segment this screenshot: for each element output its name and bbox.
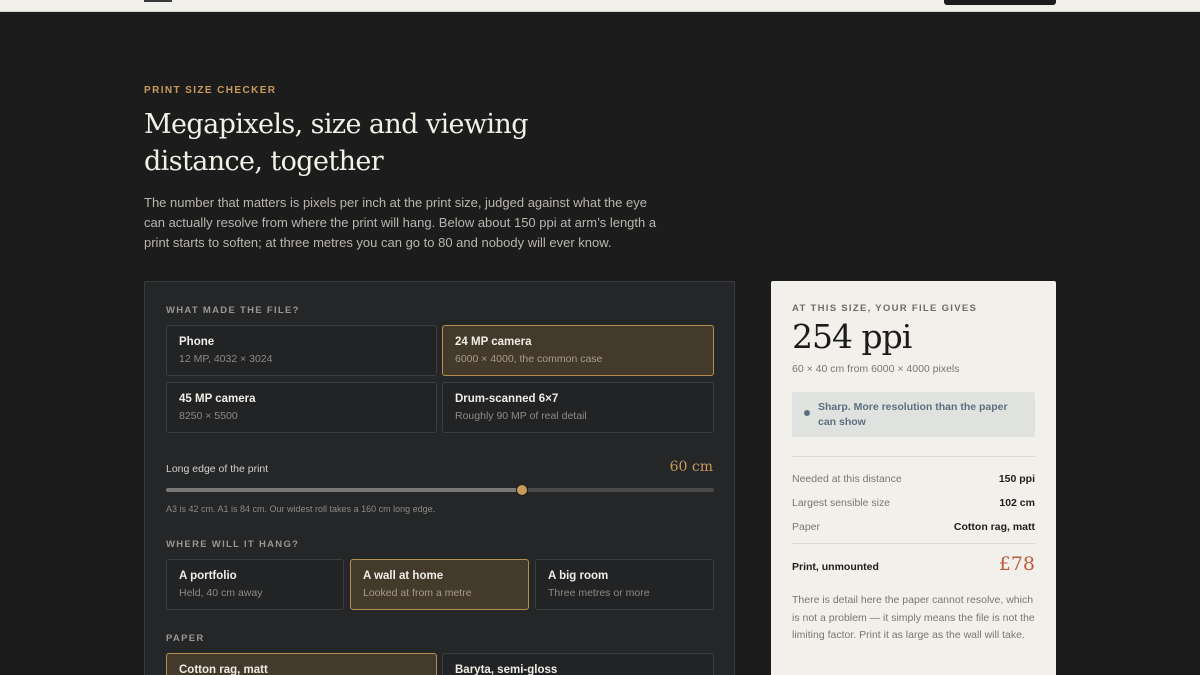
source-option-drum-scan[interactable]: Drum-scanned 6×7 Roughly 90 MP of real d… [442,382,714,433]
option-subtitle: 12 MP, 4032 × 3024 [179,353,273,365]
verdict-text: Sharp. More resolution than the paper ca… [818,401,1008,428]
price-value: £78 [998,553,1035,575]
option-title: A big room [548,570,609,582]
result-ppi: 254 ppi [792,317,912,356]
result-note: There is detail here the paper cannot re… [792,594,1035,641]
option-title: A portfolio [179,570,237,582]
hang-section-label: WHERE WILL IT HANG? [166,539,300,550]
option-subtitle: Held, 40 cm away [179,587,263,599]
divider [792,543,1035,544]
result-dimensions: 60 × 40 cm from 6000 × 4000 pixels [792,363,960,375]
page-title: Megapixels, size and viewing distance, t… [144,109,529,177]
status-dot-icon [804,410,810,416]
result-card: AT THIS SIZE, YOUR FILE GIVES 254 ppi 60… [771,281,1056,675]
paper-section-label: PAPER [166,633,205,644]
source-option-24mp[interactable]: 24 MP camera 6000 × 4000, the common cas… [442,325,714,376]
row-value: 102 cm [999,497,1035,509]
top-nav-bar [0,0,1200,12]
options-panel: WHAT MADE THE FILE? Phone 12 MP, 4032 × … [144,281,735,675]
option-title: Cotton rag, matt [179,664,268,675]
option-subtitle: Roughly 90 MP of real detail [455,410,587,422]
hang-option-portfolio[interactable]: A portfolio Held, 40 cm away [166,559,344,610]
hang-option-big-room[interactable]: A big room Three metres or more [535,559,714,610]
option-title: Baryta, semi-gloss [455,664,558,675]
row-value: Cotton rag, matt [953,521,1035,533]
paper-option-cotton-rag[interactable]: Cotton rag, matt [166,653,437,675]
source-option-45mp[interactable]: 45 MP camera 8250 × 5500 [166,382,437,433]
option-title: A wall at home [363,570,444,582]
result-eyebrow: AT THIS SIZE, YOUR FILE GIVES [792,303,978,314]
intro-text: The number that matters is pixels per in… [144,195,657,250]
option-subtitle: 8250 × 5500 [179,410,238,422]
page-eyebrow: PRINT SIZE CHECKER [144,85,277,96]
print-size-note: A3 is 42 cm. A1 is 84 cm. Our widest rol… [166,504,436,514]
option-title: 45 MP camera [179,393,256,405]
slider-fill [166,488,522,492]
option-title: 24 MP camera [455,336,532,348]
hang-option-wall-at-home[interactable]: A wall at home Looked at from a metre [350,559,529,610]
source-option-phone[interactable]: Phone 12 MP, 4032 × 3024 [166,325,437,376]
print-size-slider-handle[interactable] [515,484,528,496]
nav-action-button[interactable] [944,0,1056,5]
option-subtitle: Three metres or more [548,587,650,599]
logo[interactable] [144,0,172,2]
option-subtitle: Looked at from a metre [363,587,472,599]
option-title: Phone [179,336,215,348]
print-size-label: Long edge of the print [166,463,269,475]
row-key: Needed at this distance [792,473,902,485]
print-size-slider-track[interactable] [166,488,714,492]
row-key: Paper [792,521,821,533]
price-label: Print, unmounted [792,561,879,573]
paper-option-baryta[interactable]: Baryta, semi-gloss [442,653,714,675]
divider [792,456,1035,457]
option-title: Drum-scanned 6×7 [455,393,559,405]
row-key: Largest sensible size [792,497,891,509]
verdict-badge: Sharp. More resolution than the paper ca… [792,392,1035,437]
print-size-value: 60 cm [669,459,713,475]
source-section-label: WHAT MADE THE FILE? [166,305,300,316]
row-value: 150 ppi [998,473,1035,485]
option-subtitle: 6000 × 4000, the common case [455,353,603,365]
